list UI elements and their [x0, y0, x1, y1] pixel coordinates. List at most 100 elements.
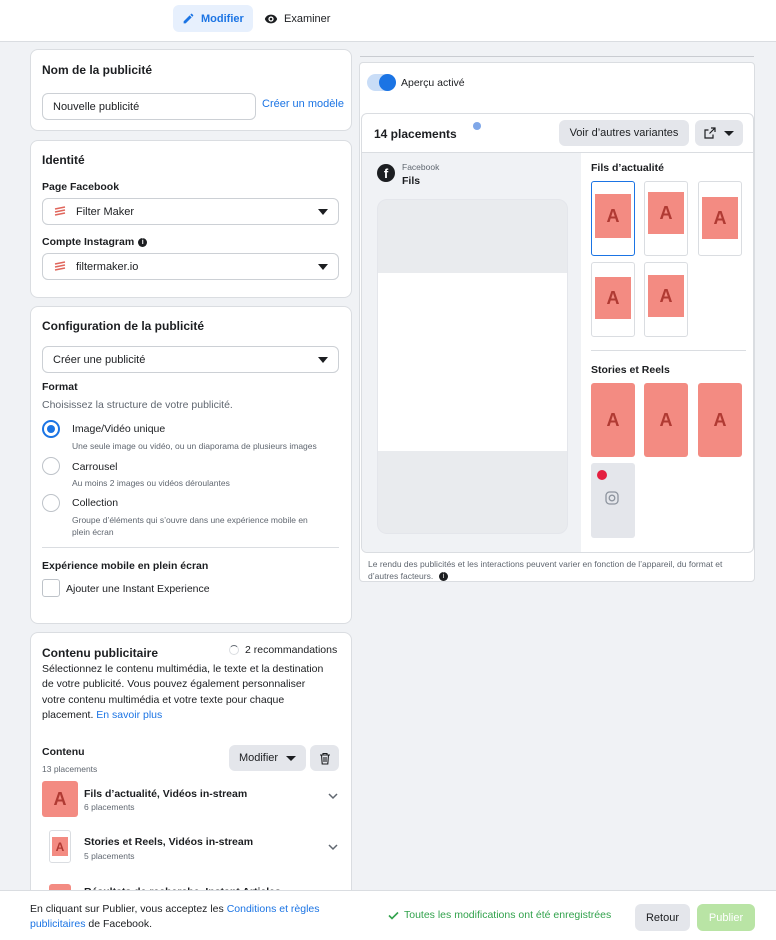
tab-review[interactable]: Examiner — [255, 5, 339, 32]
radio-single-image[interactable] — [42, 420, 60, 438]
feeds-section-title: Fils d’actualité — [591, 162, 664, 174]
modify-content-button[interactable]: Modifier — [229, 745, 306, 771]
preview-card: Aperçu activé 14 placements Voir d’autre… — [359, 62, 755, 582]
trash-icon — [319, 752, 330, 765]
caret-down-icon — [286, 755, 297, 761]
instagram-account-value: filtermaker.io — [76, 260, 139, 273]
blocked-icon — [597, 470, 607, 480]
ad-content-card: Contenu publicitaire 2 recommandations S… — [30, 632, 352, 902]
stories-section-title: Stories et Reels — [591, 364, 670, 376]
placement-thumb-story-2[interactable]: A — [644, 383, 688, 457]
chevron-down-icon[interactable] — [328, 793, 338, 800]
ad-content-description: Sélectionnez le contenu multimédia, le t… — [42, 662, 323, 723]
delete-content-button[interactable] — [310, 745, 339, 771]
facebook-page-select[interactable]: Filter Maker — [42, 198, 339, 225]
ad-name-value: Nouvelle publicité — [53, 100, 140, 113]
terms-link[interactable]: Conditions et règles — [227, 903, 320, 915]
ad-content-title: Contenu publicitaire — [42, 646, 159, 660]
preview-toggle[interactable] — [367, 74, 396, 91]
create-template-link[interactable]: Créer un modèle — [262, 98, 344, 110]
facebook-feed-preview: f Facebook Fils — [362, 153, 581, 552]
contenu-label: Contenu — [42, 746, 85, 758]
placement-thumb-instagram-unavailable[interactable] — [591, 463, 635, 538]
placement-image: A — [648, 275, 684, 317]
saved-status-label: Toutes les modifications ont été enregis… — [404, 909, 612, 921]
identity-card: Identité Page Facebook Filter Maker Comp… — [30, 140, 352, 298]
instagram-account-label: Compte Instagram — [42, 236, 135, 248]
feeds-group-count: 6 placements — [84, 802, 135, 812]
placement-thumb-feed-4[interactable]: A — [591, 262, 635, 337]
terms-text-part: En cliquant sur Publier, vous acceptez l… — [30, 903, 224, 915]
terms-text-part: de Facebook. — [88, 918, 153, 930]
ad-config-title: Configuration de la publicité — [42, 319, 204, 333]
eye-icon — [264, 14, 278, 23]
recommendations-indicator[interactable]: 2 recommandations — [229, 644, 337, 656]
placement-thumb-story-1[interactable]: A — [591, 383, 635, 457]
placement-thumb-feed-1[interactable]: A — [591, 181, 635, 256]
description-line: de votre publicité. Vous pouvez égalemen… — [42, 678, 306, 691]
divider — [591, 350, 746, 351]
divider — [42, 547, 339, 548]
terms-link[interactable]: publicitaires — [30, 918, 85, 930]
placement-thumb-feed-2[interactable]: A — [644, 181, 688, 256]
ad-creation-select[interactable]: Créer une publicité — [42, 346, 339, 373]
placement-image: A — [648, 192, 684, 234]
placement-image: A — [702, 197, 738, 239]
format-label: Format — [42, 381, 78, 393]
facebook-icon: f — [377, 164, 395, 182]
option-single-image-label: Image/Vidéo unique — [72, 423, 166, 435]
preview-top-rule — [360, 56, 754, 57]
placements-panel: 14 placements Voir d’autres variantes f … — [361, 113, 754, 553]
description-line: placement. — [42, 708, 94, 721]
pencil-icon — [183, 13, 194, 24]
instagram-account-select[interactable]: filtermaker.io — [42, 253, 339, 280]
phone-mockup — [377, 199, 568, 534]
preview-toggle-label: Aperçu activé — [401, 77, 465, 89]
chevron-down-icon[interactable] — [328, 844, 338, 851]
recommendations-label: 2 recommandations — [245, 644, 338, 656]
publish-button[interactable]: Publier — [697, 904, 755, 931]
description-line: votre contenu multimédia et votre texte … — [42, 693, 285, 706]
option-carousel-label: Carrousel — [72, 461, 118, 473]
placement-thumb-feed-5[interactable]: A — [644, 262, 688, 337]
ad-name-input[interactable]: Nouvelle publicité — [42, 93, 256, 120]
contenu-placements-count: 13 placements — [42, 764, 98, 774]
mobile-experience-label: Expérience mobile en plein écran — [42, 560, 209, 572]
back-button[interactable]: Retour — [635, 904, 690, 931]
filter-maker-logo-icon — [54, 205, 66, 216]
preview-disclaimer-1: Le rendu des publicités et les interacti… — [368, 559, 723, 569]
tab-edit-label: Modifier — [201, 12, 244, 25]
saved-status: Toutes les modifications ont été enregis… — [388, 909, 611, 921]
ad-name-title: Nom de la publicité — [42, 63, 153, 77]
share-preview-button[interactable] — [695, 120, 743, 146]
filter-maker-logo-icon — [54, 260, 66, 271]
toggle-knob — [379, 74, 396, 91]
preview-disclaimer-2: d’autres facteurs. — [368, 571, 434, 581]
description-line: Sélectionnez le contenu multimédia, le t… — [42, 663, 324, 675]
radio-carousel[interactable] — [42, 457, 60, 475]
info-icon: i — [439, 571, 449, 581]
placement-image: A — [595, 194, 631, 238]
instagram-label-row: Compte Instagram i — [42, 236, 148, 248]
placement-thumb-feed-3[interactable]: A — [698, 181, 742, 256]
facebook-label: Facebook — [402, 162, 440, 172]
stories-group-thumbnail-frame: A — [49, 830, 71, 863]
instant-experience-label: Ajouter une Instant Experience — [66, 583, 210, 595]
preview-disclaimer-row: d’autres facteurs. i — [368, 571, 449, 581]
phone-ad-area — [378, 273, 567, 451]
option-collection-desc-2: plein écran — [72, 527, 114, 537]
external-link-icon — [704, 127, 716, 139]
tab-edit[interactable]: Modifier — [173, 5, 253, 32]
see-variants-button[interactable]: Voir d’autres variantes — [559, 120, 689, 146]
identity-title: Identité — [42, 153, 85, 167]
caret-down-icon — [724, 130, 734, 136]
ad-creation-value: Créer une publicité — [53, 353, 146, 366]
learn-more-link[interactable]: En savoir plus — [96, 709, 162, 721]
option-single-image-desc: Une seule image ou vidéo, ou un diaporam… — [72, 441, 317, 451]
facebook-feed-label: Fils — [402, 175, 421, 187]
feeds-group-name: Fils d’actualité, Vidéos in-stream — [84, 788, 248, 800]
instant-experience-checkbox[interactable] — [42, 579, 60, 597]
format-description: Choisissez la structure de votre publici… — [42, 399, 233, 411]
radio-collection[interactable] — [42, 494, 60, 512]
placement-thumb-story-3[interactable]: A — [698, 383, 742, 457]
